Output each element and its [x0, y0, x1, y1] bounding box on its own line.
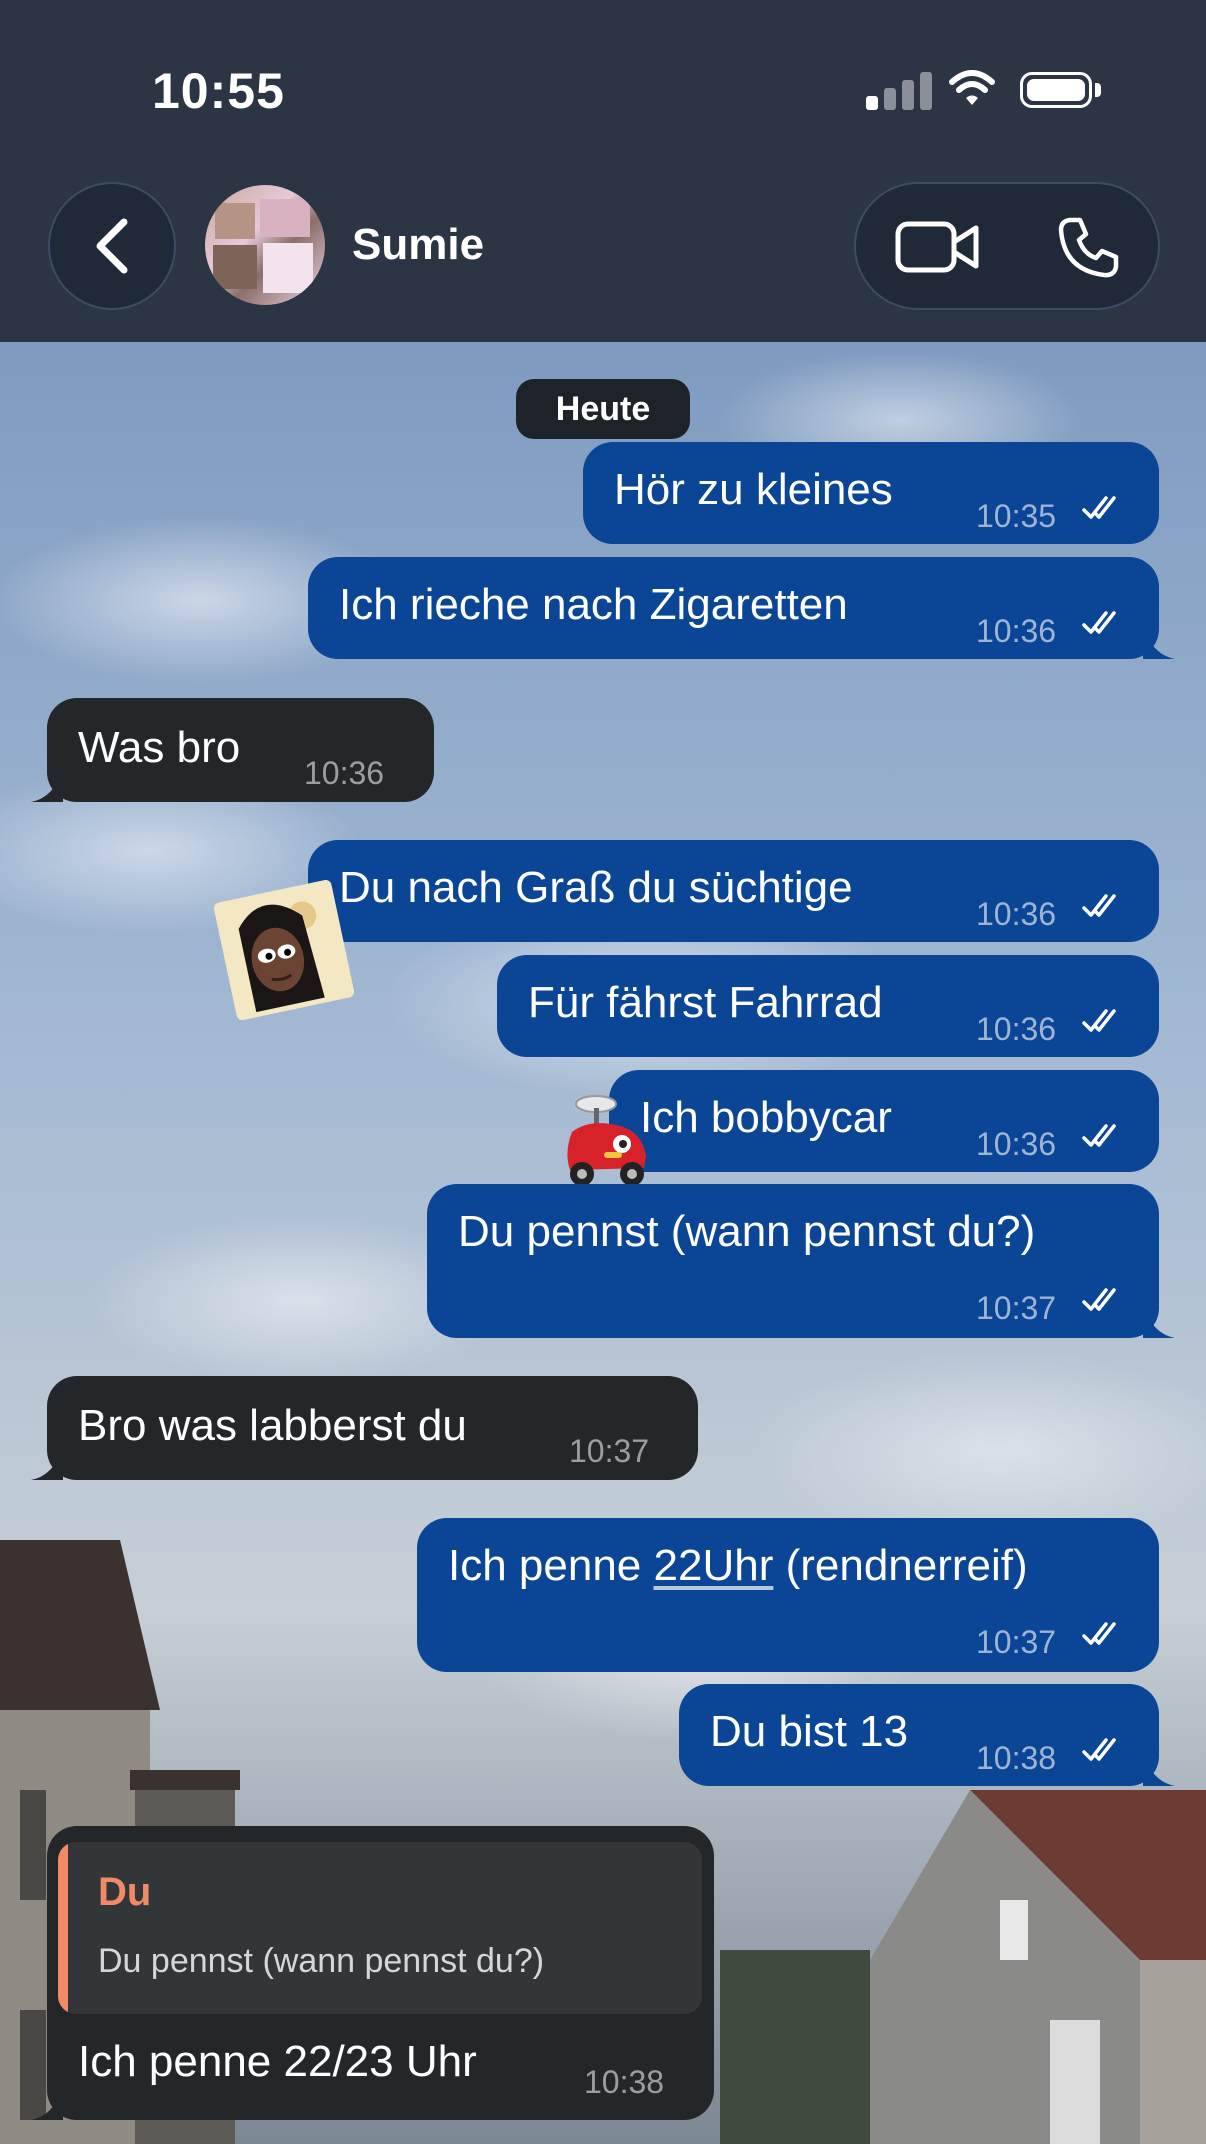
message-text: Ich penne 22/23 Uhr: [78, 2037, 477, 2086]
message-bubble[interactable]: Hör zu kleines 10:35: [583, 442, 1159, 544]
message-bubble[interactable]: Ich rieche nach Zigaretten 10:36: [308, 557, 1175, 659]
quoted-sender: Du: [98, 1870, 152, 1914]
double-check-icon: [1082, 1738, 1116, 1761]
message-text: Hör zu kleines: [614, 465, 893, 514]
message-bubble[interactable]: Für fährst Fahrrad 10:36: [497, 955, 1159, 1057]
message-text: Du bist 13: [710, 1707, 909, 1756]
message-time: 10:38: [976, 1740, 1057, 1776]
message-time: 10:36: [976, 1126, 1057, 1162]
quoted-message[interactable]: Du Du pennst (wann pennst du?): [58, 1842, 702, 2014]
message-text: Ich penne 22Uhr (rendnerreif): [448, 1541, 1028, 1590]
message-time: 10:36: [976, 896, 1057, 932]
message-text: Ich bobbycar: [640, 1093, 892, 1142]
message-bubble[interactable]: Du nach Graß du süchtige 10:36: [308, 840, 1159, 942]
cellular-signal-icon: [866, 72, 938, 110]
message-text: Für fährst Fahrrad: [528, 978, 883, 1027]
contact-avatar[interactable]: [205, 185, 325, 305]
message-bubble[interactable]: Du bist 13 10:38: [679, 1684, 1175, 1786]
wifi-icon: [949, 70, 995, 105]
quoted-text: Du pennst (wann pennst du?): [98, 1942, 545, 1980]
battery-icon: [1020, 72, 1092, 108]
message-time: 10:38: [584, 2064, 665, 2100]
face-sticker[interactable]: [214, 880, 354, 1020]
time-link[interactable]: 22Uhr: [654, 1541, 774, 1590]
message-time: 10:37: [569, 1433, 650, 1469]
message-bubble[interactable]: Was bro 10:36: [31, 698, 434, 802]
message-bubble[interactable]: Bro was labberst du 10:37: [31, 1376, 698, 1480]
message-time: 10:37: [976, 1290, 1057, 1326]
double-check-icon: [1082, 1009, 1116, 1032]
message-text: Du nach Graß du süchtige: [339, 863, 853, 912]
double-check-icon: [1082, 894, 1116, 917]
message-time: 10:36: [976, 1011, 1057, 1047]
wallpaper-house-right: [720, 1790, 1206, 2144]
message-text: Bro was labberst du: [78, 1401, 467, 1450]
double-check-icon: [1082, 496, 1116, 519]
status-time: 10:55: [152, 63, 285, 119]
message-bubble[interactable]: Ich penne 22Uhr (rendnerreif) 10:37: [417, 1518, 1159, 1672]
message-bubble[interactable]: Du pennst (wann pennst du?) 10:37: [427, 1184, 1175, 1338]
chevron-left-icon: [96, 218, 128, 274]
bobbycar-sticker[interactable]: [560, 1092, 656, 1192]
message-time: 10:36: [976, 613, 1057, 649]
message-text: Was bro: [78, 723, 241, 772]
call-actions: [854, 182, 1160, 310]
header-bar: 10:55 Sumie: [0, 0, 1206, 342]
message-time: 10:36: [304, 755, 385, 791]
double-check-icon: [1082, 611, 1116, 634]
date-separator: Heute: [516, 379, 690, 439]
message-time: 10:37: [976, 1624, 1057, 1660]
voice-call-button[interactable]: [1056, 214, 1122, 280]
back-button[interactable]: [48, 182, 176, 310]
video-call-button[interactable]: [894, 218, 980, 276]
double-check-icon: [1082, 1622, 1116, 1645]
contact-name[interactable]: Sumie: [352, 220, 484, 270]
message-time: 10:35: [976, 498, 1057, 534]
double-check-icon: [1082, 1288, 1116, 1311]
double-check-icon: [1082, 1124, 1116, 1147]
message-bubble[interactable]: Ich bobbycar 10:36: [609, 1070, 1159, 1172]
message-text: Ich rieche nach Zigaretten: [339, 580, 848, 629]
message-text: Du pennst (wann pennst du?): [458, 1207, 1036, 1256]
